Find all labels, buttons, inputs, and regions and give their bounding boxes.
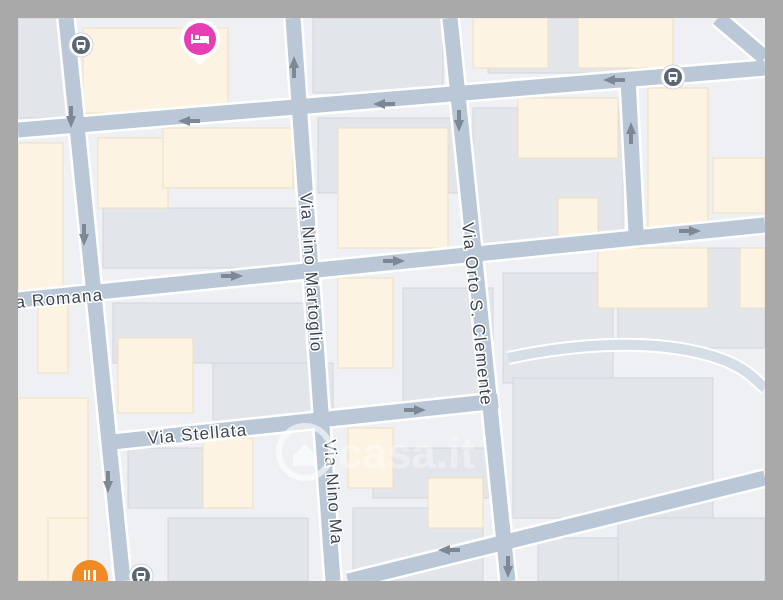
bus-stop-marker[interactable] (660, 64, 686, 90)
watermark-text: casa.it (338, 429, 475, 478)
street-map[interactable]: a Romana Via Nino Martoglio Via Nino Ma … (18, 18, 765, 581)
bus-stop-marker[interactable] (68, 32, 94, 58)
map-frame: a Romana Via Nino Martoglio Via Nino Ma … (0, 0, 783, 600)
map-viewport[interactable]: a Romana Via Nino Martoglio Via Nino Ma … (18, 18, 765, 581)
fork-knife-icon (84, 570, 96, 581)
